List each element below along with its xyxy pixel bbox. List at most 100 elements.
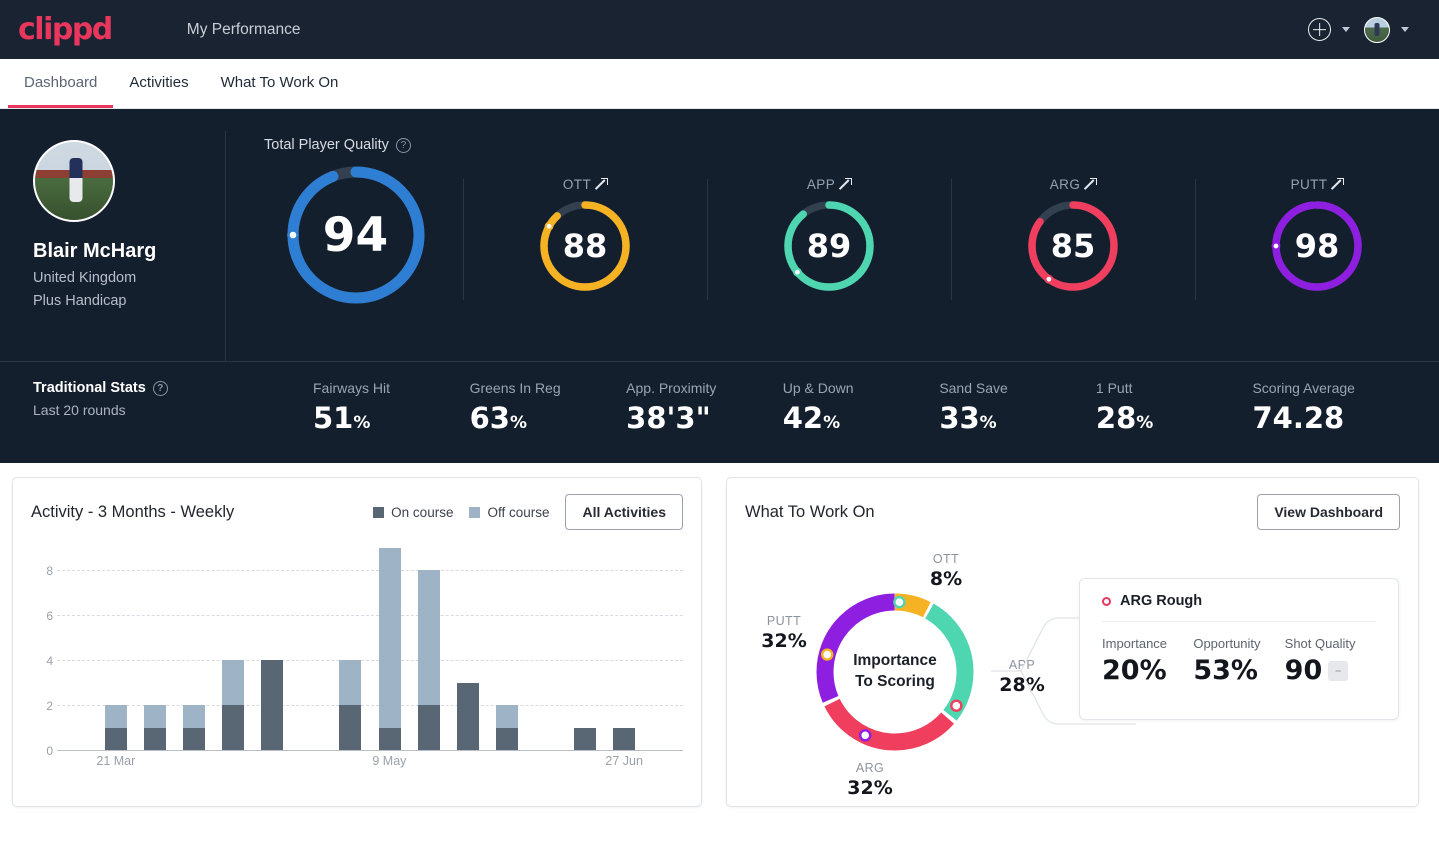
nav-title[interactable]: My Performance xyxy=(187,21,301,39)
gauge-label-putt: PUTT xyxy=(1290,176,1328,192)
bar-seg-off-course xyxy=(222,660,245,706)
y-tick-6: 6 xyxy=(46,608,53,623)
y-tick-8: 8 xyxy=(46,563,53,578)
activity-panel-header: Activity - 3 Months - Weekly On course O… xyxy=(13,478,701,540)
circle-outline-icon xyxy=(1102,596,1111,606)
bar-stack[interactable] xyxy=(339,548,362,750)
bar-slot[interactable] xyxy=(409,548,448,750)
legend-label-on-course: On course xyxy=(391,504,454,520)
bar-stack[interactable] xyxy=(456,548,479,750)
stat-unit: % xyxy=(979,413,997,433)
traditional-stats-subtitle: Last 20 rounds xyxy=(33,402,126,418)
stat-label: App. Proximity xyxy=(626,380,717,396)
bar-seg-on-course xyxy=(574,727,597,750)
stat-1-putt: 1 Putt 28% xyxy=(1096,380,1253,435)
bar-stack[interactable] xyxy=(535,548,557,750)
total-player-quality-label: Total Player Quality ? xyxy=(264,137,1439,153)
gauge-ott[interactable]: OTT 88 xyxy=(463,171,707,308)
bar-stack[interactable] xyxy=(574,548,597,750)
y-tick-4: 4 xyxy=(46,653,53,668)
stat-label: Sand Save xyxy=(939,380,1008,396)
bar-slot[interactable] xyxy=(57,548,96,750)
hero-top: Blair McHarg United Kingdom Plus Handica… xyxy=(0,109,1439,361)
donut-label-ott: OTT 8% xyxy=(911,552,981,590)
metric-label: Opportunity xyxy=(1193,636,1261,651)
gauge-app[interactable]: APP 89 xyxy=(707,171,951,308)
gauge-total-player-quality[interactable]: 94 xyxy=(248,157,463,321)
tab-what-to-work-on[interactable]: What To Work On xyxy=(205,59,355,108)
bar-stack[interactable] xyxy=(613,548,636,750)
traditional-stats-title: Traditional Stats xyxy=(33,380,146,396)
stat-unit: % xyxy=(1136,413,1154,433)
bar-slot[interactable] xyxy=(135,548,174,750)
bar-slot[interactable] xyxy=(331,548,370,750)
ring-app: 89 xyxy=(781,198,877,294)
clippd-logo[interactable]: clippd xyxy=(12,14,113,45)
activity-legend: On course Off course xyxy=(373,505,549,520)
what-to-work-on-panel: What To Work On View Dashboard Importanc… xyxy=(726,477,1419,807)
metric-importance: Importance 20% xyxy=(1102,636,1193,686)
avatar[interactable] xyxy=(1364,16,1390,43)
tab-dashboard[interactable]: Dashboard xyxy=(8,59,114,108)
bar-slot[interactable] xyxy=(566,548,605,750)
bar-seg-off-course xyxy=(104,705,127,728)
bar-slot[interactable] xyxy=(96,548,135,750)
bar-stack[interactable] xyxy=(143,548,166,750)
bar-slot[interactable] xyxy=(174,548,213,750)
bar-seg-on-course xyxy=(222,705,245,750)
traditional-stats-head: Traditional Stats ? Last 20 rounds xyxy=(33,380,313,418)
question-mark-icon[interactable]: ? xyxy=(152,380,168,396)
bar-seg-off-course xyxy=(417,570,440,706)
stat-value: 74.28 xyxy=(1252,401,1345,435)
bar-stack[interactable] xyxy=(222,548,245,750)
bar-slot[interactable] xyxy=(644,548,683,750)
stat-unit: % xyxy=(353,413,371,433)
gauge-arg[interactable]: ARG 85 xyxy=(951,171,1195,308)
bar-stack[interactable] xyxy=(652,548,674,750)
ring-arg: 85 xyxy=(1025,198,1121,294)
chevron-down-icon-profile[interactable] xyxy=(1401,27,1409,32)
bar-slot[interactable] xyxy=(527,548,566,750)
question-mark-icon[interactable]: ? xyxy=(395,137,411,153)
stat-value: 33 xyxy=(939,401,980,435)
view-dashboard-button[interactable]: View Dashboard xyxy=(1257,494,1400,530)
chevron-down-icon-add[interactable] xyxy=(1342,27,1350,32)
bar-stack[interactable] xyxy=(182,548,205,750)
tab-activities[interactable]: Activities xyxy=(113,59,204,108)
bar-slot[interactable] xyxy=(292,548,331,750)
bar-slot[interactable] xyxy=(253,548,292,750)
bar-seg-on-course xyxy=(378,727,401,750)
bar-slot[interactable] xyxy=(605,548,644,750)
stat-value-wrap: 42% xyxy=(783,401,940,435)
gauge-label-app: APP xyxy=(806,176,836,192)
gauge-putt[interactable]: PUTT 98 xyxy=(1195,171,1439,308)
metric-value-wrap: 90 – xyxy=(1285,655,1376,686)
top-bar: clippd My Performance xyxy=(0,0,1439,59)
bar-slot[interactable] xyxy=(370,548,409,750)
stat-value: 28 xyxy=(1095,401,1137,435)
bar-seg-on-course xyxy=(182,727,205,750)
bar-seg-off-course xyxy=(143,705,166,728)
plus-circle-icon[interactable] xyxy=(1308,18,1331,41)
bar-stack[interactable] xyxy=(261,548,284,750)
gauge-label-arg-wrap: ARG xyxy=(1050,177,1098,192)
detail-card-arg-rough[interactable]: ARG Rough Importance 20% Opportunity 53%… xyxy=(1079,578,1399,720)
bar-stack[interactable] xyxy=(104,548,127,750)
bar-stack[interactable] xyxy=(66,548,88,750)
stat-unit: % xyxy=(509,413,527,433)
stat-value-wrap: 51% xyxy=(313,401,470,435)
bar-stack[interactable] xyxy=(300,548,322,750)
gauge-value-total: 94 xyxy=(322,207,389,263)
bar-stack[interactable] xyxy=(495,548,518,750)
bar-slot[interactable] xyxy=(214,548,253,750)
activity-panel-title: Activity - 3 Months - Weekly xyxy=(31,502,235,521)
bar-slot[interactable] xyxy=(487,548,526,750)
all-activities-button[interactable]: All Activities xyxy=(565,494,683,530)
bar-seg-on-course xyxy=(613,727,636,750)
bar-slot[interactable] xyxy=(448,548,487,750)
player-profile: Blair McHarg United Kingdom Plus Handica… xyxy=(0,131,225,361)
activity-panel: Activity - 3 Months - Weekly On course O… xyxy=(12,477,702,807)
bar-stack[interactable] xyxy=(378,548,401,750)
metric-value: 53% xyxy=(1193,655,1258,686)
bar-stack[interactable] xyxy=(417,548,440,750)
